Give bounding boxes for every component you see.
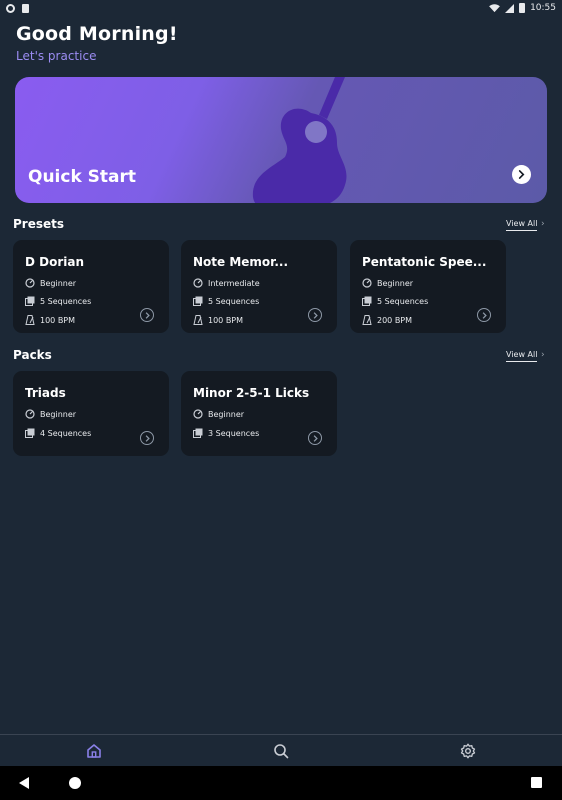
recent-apps-icon[interactable] xyxy=(531,777,542,788)
sequences-icon xyxy=(362,296,372,306)
bpm-row: 100 BPM xyxy=(25,315,75,325)
level-label: Beginner xyxy=(208,409,245,419)
gear-icon[interactable] xyxy=(460,743,476,759)
chevron-right-icon xyxy=(482,311,487,319)
sequences-icon xyxy=(193,296,203,306)
sequences-icon xyxy=(25,296,35,306)
bpm-row: 200 BPM xyxy=(362,315,412,325)
sequences-row: 5 Sequences xyxy=(25,296,91,306)
sequences-row: 4 Sequences xyxy=(25,428,91,438)
open-preset-button[interactable] xyxy=(477,308,491,322)
chevron-right-icon xyxy=(145,311,150,319)
level-row: Beginner xyxy=(25,278,76,288)
gauge-icon xyxy=(25,409,35,419)
level-label: Beginner xyxy=(40,278,77,288)
sequences-label: 3 Sequences xyxy=(208,428,260,438)
sequences-icon xyxy=(193,428,203,438)
bpm-label: 100 BPM xyxy=(40,315,76,325)
sequences-label: 5 Sequences xyxy=(208,296,260,306)
presets-title: Presets xyxy=(13,217,65,231)
greeting-title: Good Morning! xyxy=(16,23,178,45)
metronome-icon xyxy=(193,315,203,325)
preset-title: D Dorian xyxy=(25,255,85,269)
chevron-right-icon: › xyxy=(541,219,545,229)
gauge-icon xyxy=(25,278,35,288)
chevron-right-icon xyxy=(145,434,150,442)
battery-icon xyxy=(519,3,526,13)
open-preset-button[interactable] xyxy=(140,308,154,322)
gauge-icon xyxy=(362,278,372,288)
sequences-row: 5 Sequences xyxy=(362,296,428,306)
pack-title: Triads xyxy=(25,386,66,400)
wifi-icon xyxy=(489,3,500,12)
preset-card[interactable]: Pentatonic Spee... Beginner 5 Sequences … xyxy=(350,240,506,333)
system-nav-bar xyxy=(0,766,562,800)
gauge-icon xyxy=(193,278,203,288)
pack-card[interactable]: Minor 2-5-1 Licks Beginner 3 Sequences xyxy=(181,371,337,456)
home-button-icon[interactable] xyxy=(69,777,81,789)
presets-view-all-link[interactable]: View All xyxy=(506,219,538,231)
notification-icon xyxy=(6,3,15,13)
packs-title: Packs xyxy=(13,348,52,362)
chevron-right-icon: › xyxy=(541,350,545,360)
gauge-icon xyxy=(193,409,203,419)
quick-start-button[interactable] xyxy=(512,165,531,184)
bpm-row: 100 BPM xyxy=(193,315,243,325)
sequences-label: 4 Sequences xyxy=(40,428,92,438)
home-icon[interactable] xyxy=(86,743,102,759)
preset-title: Pentatonic Spee... xyxy=(362,255,487,269)
sequences-row: 3 Sequences xyxy=(193,428,259,438)
greeting-subtitle: Let's practice xyxy=(16,49,97,63)
metronome-icon xyxy=(25,315,35,325)
chevron-right-icon xyxy=(313,311,318,319)
status-time: 10:55 xyxy=(530,3,556,13)
level-label: Beginner xyxy=(377,278,414,288)
quick-start-title: Quick Start xyxy=(28,167,137,187)
sd-card-icon xyxy=(22,3,29,13)
chevron-right-icon xyxy=(313,434,318,442)
level-label: Intermediate xyxy=(208,278,260,288)
level-row: Beginner xyxy=(25,409,76,419)
open-pack-button[interactable] xyxy=(140,431,154,445)
level-row: Intermediate xyxy=(193,278,260,288)
preset-card[interactable]: D Dorian Beginner 5 Sequences 100 BPM xyxy=(13,240,169,333)
signal-icon xyxy=(505,3,515,13)
preset-card[interactable]: Note Memor... Intermediate 5 Sequences 1… xyxy=(181,240,337,333)
level-label: Beginner xyxy=(40,409,77,419)
quick-start-card[interactable]: Quick Start xyxy=(15,77,547,203)
sequences-label: 5 Sequences xyxy=(40,296,92,306)
pack-card[interactable]: Triads Beginner 4 Sequences xyxy=(13,371,169,456)
status-bar: 10:55 xyxy=(0,0,562,16)
bpm-label: 200 BPM xyxy=(377,315,413,325)
chevron-right-icon xyxy=(518,170,525,179)
sequences-label: 5 Sequences xyxy=(377,296,429,306)
open-preset-button[interactable] xyxy=(308,308,322,322)
sequences-row: 5 Sequences xyxy=(193,296,259,306)
level-row: Beginner xyxy=(362,278,413,288)
pack-title: Minor 2-5-1 Licks xyxy=(193,386,310,400)
packs-view-all-link[interactable]: View All xyxy=(506,350,538,362)
bottom-nav xyxy=(0,734,562,766)
preset-title: Note Memor... xyxy=(193,255,289,269)
open-pack-button[interactable] xyxy=(308,431,322,445)
search-icon[interactable] xyxy=(273,743,289,759)
metronome-icon xyxy=(362,315,372,325)
level-row: Beginner xyxy=(193,409,244,419)
bpm-label: 100 BPM xyxy=(208,315,244,325)
sequences-icon xyxy=(25,428,35,438)
back-icon[interactable] xyxy=(19,777,29,789)
